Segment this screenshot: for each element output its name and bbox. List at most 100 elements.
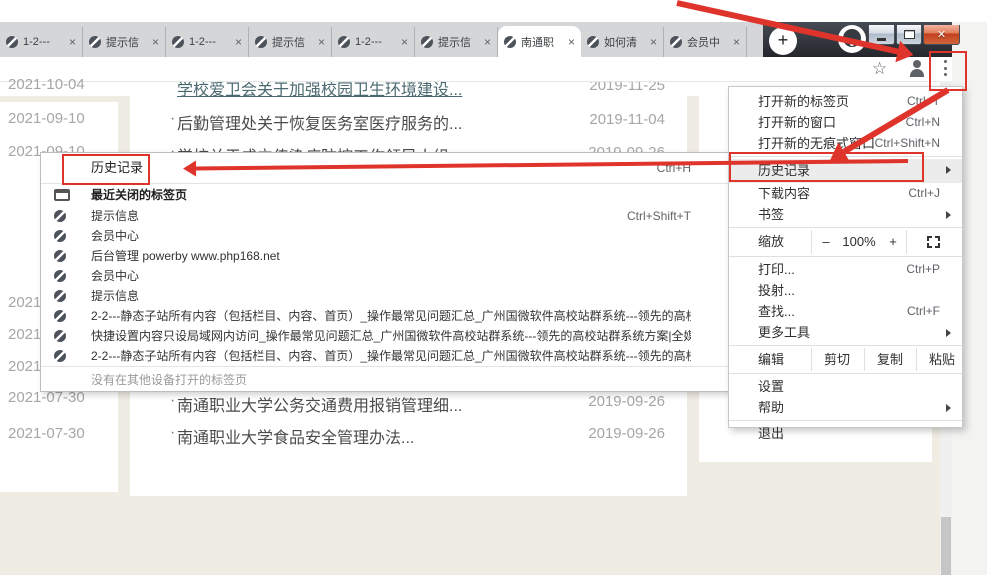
menu-item[interactable]: 打开新的窗口 Ctrl+N <box>729 112 962 133</box>
zoom-level: 100% <box>836 230 882 254</box>
bullet-icon: · <box>170 392 175 410</box>
browser-tab[interactable]: 提示信 × <box>249 27 332 57</box>
history-menu-item[interactable]: 2-2---静态子站所有内容（包括栏目、内容、首页）_操作最常见问题汇总_广州国… <box>41 346 728 366</box>
favicon-globe-icon <box>54 330 66 342</box>
annotation-box-history-title <box>62 154 150 185</box>
history-menu-item[interactable]: 2-2---静态子站所有内容（包括栏目、内容、首页）_操作最常见问题汇总_广州国… <box>41 306 728 326</box>
tab-favicon-icon <box>172 36 184 48</box>
favicon-globe-icon <box>54 230 66 242</box>
article-row: · 南通职业大学食品安全管理办法... 2019-09-26 <box>130 424 687 446</box>
tab-favicon-icon <box>504 36 516 48</box>
window-top-strip <box>0 0 987 22</box>
browser-tab[interactable]: 南通职 × <box>498 26 581 57</box>
paste-button[interactable]: 粘贴 <box>916 348 968 371</box>
menu-item-shortcut: Ctrl+Shift+N <box>875 133 940 154</box>
tab-close-icon[interactable]: × <box>318 36 325 48</box>
tab-title: 提示信 <box>438 34 479 50</box>
menu-item[interactable]: 下载内容 Ctrl+J <box>729 183 962 204</box>
menu-item[interactable]: 书签 <box>729 204 962 225</box>
history-menu-item[interactable]: 后台管理 powerby www.php168.net <box>41 246 728 266</box>
article-date: 2019-09-26 <box>588 393 665 410</box>
history-menu-item[interactable]: 快捷设置内容只设局域网内访问_操作最常见问题汇总_广州国微软件高校站群系统---… <box>41 326 728 346</box>
menu-item[interactable]: 打印... Ctrl+P <box>729 259 962 280</box>
favicon-globe-icon <box>54 250 66 262</box>
favicon-globe-icon <box>54 290 66 302</box>
submenu-arrow-icon <box>946 166 951 174</box>
menu-separator <box>729 373 962 374</box>
history-submenu: 历史记录 Ctrl+H 最近关闭的标签页 提示信息 Ctrl+Shift+T 会… <box>40 152 729 392</box>
history-title-shortcut: Ctrl+H <box>657 153 691 183</box>
history-item-label: 快捷设置内容只设局域网内访问_操作最常见问题汇总_广州国微软件高校站群系统---… <box>91 326 691 346</box>
scrollbar-thumb[interactable] <box>941 517 951 575</box>
browser-tab[interactable]: 1-2--- × <box>0 27 83 57</box>
menu-item[interactable]: 退出 <box>729 423 962 444</box>
zoom-label: 缩放 <box>758 230 784 254</box>
tab-favicon-icon <box>421 36 433 48</box>
tab-close-icon[interactable]: × <box>401 36 408 48</box>
bullet-icon: · <box>170 110 175 128</box>
history-item-label: 会员中心 <box>91 226 139 246</box>
tab-favicon-icon <box>587 36 599 48</box>
article-title-link[interactable]: 南通职业大学公务交通费用报销管理细... <box>177 392 462 416</box>
tab-close-icon[interactable]: × <box>650 36 657 48</box>
edit-label: 编辑 <box>758 348 784 371</box>
favicon-globe-icon <box>54 350 66 362</box>
tab-close-icon[interactable]: × <box>733 36 740 48</box>
tab-close-icon[interactable]: × <box>69 36 76 48</box>
submenu-arrow-icon <box>946 329 951 337</box>
tab-favicon-icon <box>255 36 267 48</box>
tab-close-icon[interactable]: × <box>235 36 242 48</box>
zoom-row: 缩放 – 100% + <box>729 230 962 254</box>
menu-item[interactable]: 投射... <box>729 280 962 301</box>
minimize-icon <box>877 38 886 41</box>
tab-close-icon[interactable]: × <box>152 36 159 48</box>
annotation-box-history-item <box>729 152 924 182</box>
history-item-label: 提示信息 <box>91 286 139 306</box>
post-date: 2021-09-10 <box>8 110 85 127</box>
browser-tab[interactable]: 如何清 × <box>581 27 664 57</box>
zoom-out-button[interactable]: – <box>817 230 835 254</box>
tab-title: 1-2--- <box>189 36 230 48</box>
browser-tab[interactable]: 1-2--- × <box>166 27 249 57</box>
tab-title: 南通职 <box>521 34 563 50</box>
history-item-label: 提示信息 <box>91 206 139 226</box>
submenu-arrow-icon <box>946 404 951 412</box>
menu-item[interactable]: 更多工具 <box>729 322 962 343</box>
tab-title: 1-2--- <box>23 36 64 48</box>
tab-title: 提示信 <box>106 34 147 50</box>
tab-favicon-icon <box>6 36 18 48</box>
article-title-link[interactable]: 后勤管理处关于恢复医务室医疗服务的... <box>177 110 462 134</box>
menu-item[interactable]: 设置 <box>729 376 962 397</box>
zoom-in-button[interactable]: + <box>884 230 902 254</box>
bookmark-star-icon[interactable]: ☆ <box>872 59 887 79</box>
tab-close-icon[interactable]: × <box>484 36 491 48</box>
history-menu-item[interactable]: 会员中心 <box>41 226 728 246</box>
browser-tab[interactable]: 会员中 × <box>664 27 747 57</box>
post-date: 2021 <box>8 326 41 343</box>
browser-tab[interactable]: 1-2--- × <box>332 27 415 57</box>
fullscreen-button[interactable] <box>927 236 940 248</box>
menu-item-label: 更多工具 <box>758 322 810 343</box>
tab-favicon-icon <box>670 36 682 48</box>
chrome-menu: 打开新的标签页 Ctrl+T 打开新的窗口 Ctrl+N 打开新的无痕式窗口 C… <box>728 86 963 428</box>
cut-button[interactable]: 剪切 <box>811 348 863 371</box>
article-title-link[interactable]: 学校爱卫会关于加强校园卫生环境建设... <box>177 82 462 100</box>
tab-close-icon[interactable]: × <box>568 36 575 48</box>
menu-item[interactable]: 查找... Ctrl+F <box>729 301 962 322</box>
browser-tab[interactable]: 提示信 × <box>83 27 166 57</box>
restore-icon <box>904 30 915 39</box>
article-title-link[interactable]: 南通职业大学食品安全管理办法... <box>177 424 414 448</box>
article-date: 2019-09-26 <box>588 425 665 442</box>
history-menu-item[interactable]: 提示信息 Ctrl+Shift+T <box>41 206 728 226</box>
history-menu-item[interactable]: 提示信息 <box>41 286 728 306</box>
browser-tab[interactable]: 提示信 × <box>415 27 498 57</box>
copy-button[interactable]: 复制 <box>864 348 916 371</box>
close-window-button[interactable]: ✕ <box>923 25 960 45</box>
menu-item[interactable]: 帮助 <box>729 397 962 418</box>
post-date: 2021-07-30 <box>8 425 85 442</box>
history-menu-item[interactable]: 最近关闭的标签页 <box>41 184 728 206</box>
history-menu-item[interactable]: 会员中心 <box>41 266 728 286</box>
tab-favicon-icon <box>89 36 101 48</box>
favicon-globe-icon <box>54 270 66 282</box>
favicon-globe-icon <box>54 310 66 322</box>
